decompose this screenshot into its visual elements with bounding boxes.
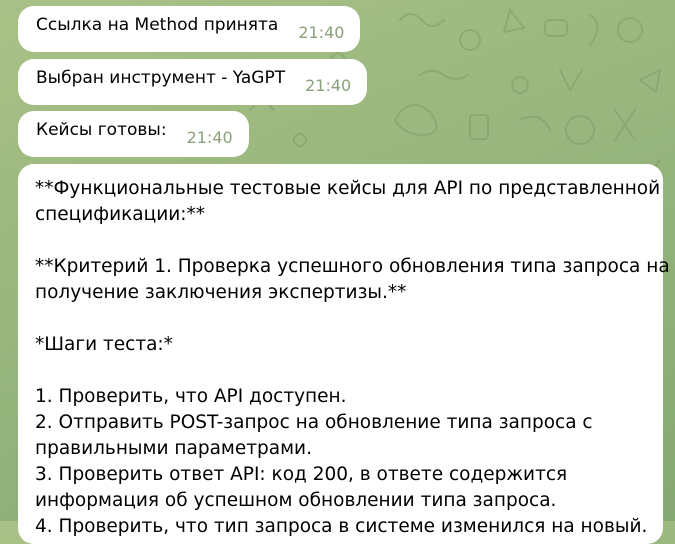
- message-line: 4. Проверить, что тип запроса в системе …: [35, 516, 648, 537]
- message-time: 21:40: [186, 128, 233, 147]
- message-time: 21:40: [298, 23, 345, 42]
- message-bubble[interactable]: Кейсы готовы: 21:40: [18, 111, 249, 157]
- message-text: Ссылка на Method принята: [36, 15, 279, 35]
- message-line: **Функциональные тестовые кейсы для API …: [35, 178, 661, 199]
- message-line: 1. Проверить, что API доступен.: [35, 386, 347, 407]
- message-blank-line: [35, 228, 645, 254]
- message-text: Выбран инструмент - YaGPT: [36, 68, 286, 88]
- message-bubble[interactable]: Выбран инструмент - YaGPT 21:40: [18, 59, 368, 105]
- message-bubble[interactable]: Ссылка на Method принята 21:40: [18, 6, 361, 52]
- message-line: **Критерий 1. Проверка успешного обновле…: [35, 256, 670, 277]
- message-text: Кейсы готовы:: [36, 120, 167, 140]
- message-bubble-test-cases[interactable]: **Функциональные тестовые кейсы для API …: [18, 164, 670, 544]
- message-line: 2. Отправить POST-запрос на обновление т…: [35, 412, 593, 433]
- message-line: получение заключения экспертизы.**: [35, 282, 407, 303]
- chat-area[interactable]: Ссылка на Method принята 21:40 Выбран ин…: [0, 0, 675, 544]
- message-line: правильными параметрами.: [35, 438, 312, 459]
- message-time: 21:40: [305, 76, 352, 95]
- message-line: спецификации:**: [35, 204, 205, 225]
- message-line: информация об успешном обновлении типа з…: [35, 490, 557, 511]
- message-blank-line: [35, 358, 645, 384]
- message-line: 3. Проверить ответ API: код 200, в ответ…: [35, 464, 568, 485]
- message-blank-line: [35, 306, 645, 332]
- message-line: *Шаги теста:*: [35, 334, 173, 355]
